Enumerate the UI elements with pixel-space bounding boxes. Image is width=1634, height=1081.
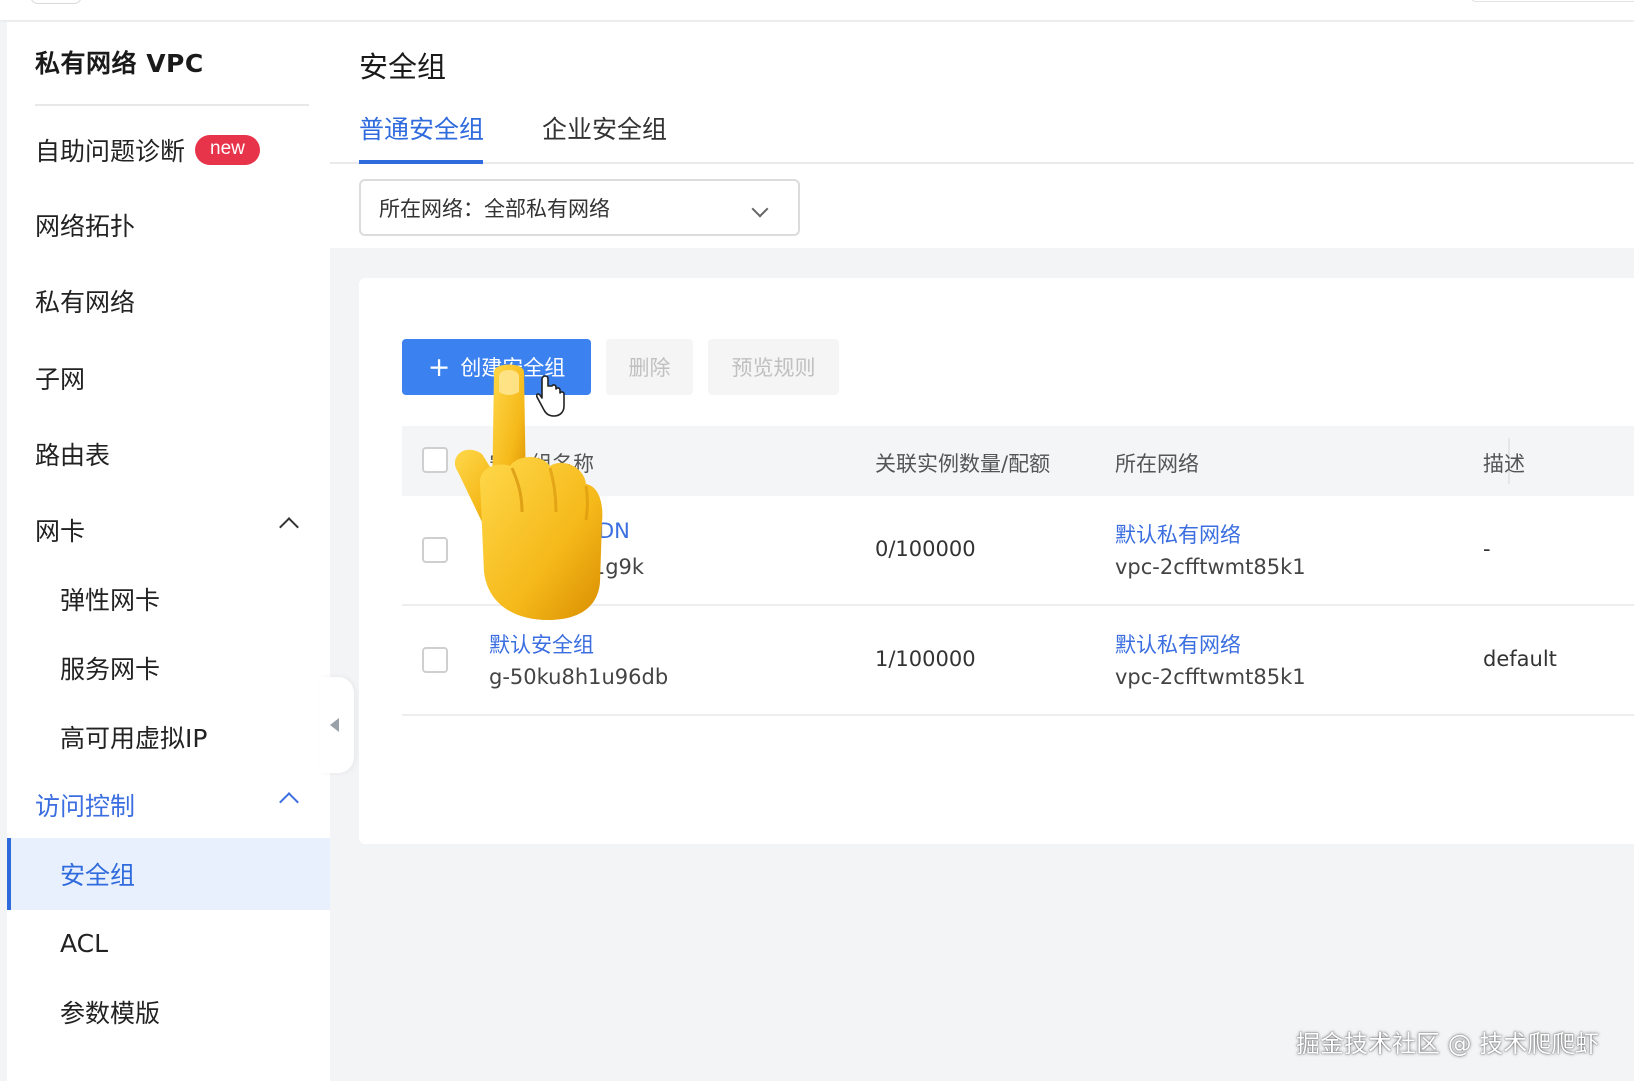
network-filter-value: 所在网络：全部私有网络 [379,196,610,221]
plus-icon: + [427,351,451,383]
pointing-hand-icon [454,364,603,620]
chevron-up-icon [279,792,299,812]
sidebar-item-label: 子网 [35,365,86,394]
sidebar-item-label: 网络拓扑 [35,212,136,241]
new-badge: new [195,135,260,165]
column-header-network: 所在网络 [1115,452,1199,476]
sidebar-item-topology[interactable]: 网络拓扑 [7,194,330,256]
top-bar [0,0,1634,20]
security-group-name-link[interactable]: 默认安全组 [489,629,594,659]
security-group-id: g-50ku8h1u96db [489,665,669,689]
select-all-checkbox[interactable] [422,447,448,473]
sidebar-item-label: 高可用虚拟IP [60,724,208,753]
sidebar-group-nic[interactable]: 网卡 [7,499,330,561]
sidebar-item-service-nic[interactable]: 服务网卡 [7,637,330,699]
network-name-link[interactable]: 默认私有网络 [1115,629,1241,659]
tab-enterprise-security-group[interactable]: 企业安全组 [542,110,667,146]
top-right-control[interactable] [1470,0,1634,2]
sidebar-item-label: 私有网络 [35,288,136,317]
network-id: vpc-2cfftwmt85k1 [1115,665,1306,689]
sidebar-item-diagnosis[interactable]: 自助问题诊断 new [7,119,330,181]
sidebar-item-label: 访问控制 [35,792,136,821]
row-checkbox[interactable] [422,537,448,563]
sidebar-item-subnet[interactable]: 子网 [7,347,330,409]
sidebar-item-param-template[interactable]: 参数模版 [7,981,330,1043]
sidebar-item-label: 安全组 [60,861,136,890]
chevron-up-icon [279,517,299,537]
sidebar-item-security-group[interactable]: 安全组 [7,838,330,910]
tab-normal-security-group[interactable]: 普通安全组 [359,110,484,146]
network-filter-select[interactable]: 所在网络：全部私有网络 [359,179,800,236]
network-id: vpc-2cfftwmt85k1 [1115,555,1306,579]
tabs-divider [330,162,1634,164]
sidebar-item-acl[interactable]: ACL [7,912,330,974]
page-title: 安全组 [359,50,447,84]
table-row: 默认安全组 g-50ku8h1u96db 1/100000 默认私有网络 vpc… [402,606,1634,716]
top-left-control[interactable] [30,0,82,4]
chevron-down-icon [751,200,769,218]
column-header-description: 描述 [1483,452,1525,476]
sidebar-item-label: 网卡 [35,517,86,546]
sidebar-item-label: 自助问题诊断 [35,137,186,166]
sidebar-title: 私有网络 VPC [35,49,204,78]
sidebar-item-label: 弹性网卡 [60,586,161,615]
network-name-link[interactable]: 默认私有网络 [1115,519,1241,549]
instance-quota: 1/100000 [875,647,976,671]
watermark: 掘金技术社区 @ 技术爬爬虾 [1296,1030,1600,1058]
preview-rules-button[interactable]: 预览规则 [708,339,839,395]
sidebar-item-label: 服务网卡 [60,655,161,684]
sidebar-group-access-control[interactable]: 访问控制 [7,774,330,836]
description: - [1483,537,1491,561]
instance-quota: 0/100000 [875,537,976,561]
sidebar-item-label: ACL [60,928,109,958]
sidebar-item-vpc[interactable]: 私有网络 [7,270,330,332]
column-header-quota: 关联实例数量/配额 [875,452,1051,476]
active-tab-indicator [359,160,483,164]
sidebar-item-route-table[interactable]: 路由表 [7,423,330,485]
collapse-arrow-icon [330,718,339,732]
row-checkbox[interactable] [422,647,448,673]
sidebar-item-elastic-nic[interactable]: 弹性网卡 [7,568,330,630]
page-header: 安全组 普通安全组 企业安全组 所在网络：全部私有网络 [330,22,1634,248]
sidebar-item-label: 参数模版 [60,999,161,1028]
sidebar-item-label: 路由表 [35,441,111,470]
sidebar-divider [35,104,309,106]
sidebar: 私有网络 VPC 自助问题诊断 new 网络拓扑 私有网络 子网 路由表 网卡 … [7,22,330,1081]
description: default [1483,647,1557,671]
sidebar-item-havip[interactable]: 高可用虚拟IP [7,706,330,768]
sidebar-collapse-handle[interactable] [320,677,354,773]
